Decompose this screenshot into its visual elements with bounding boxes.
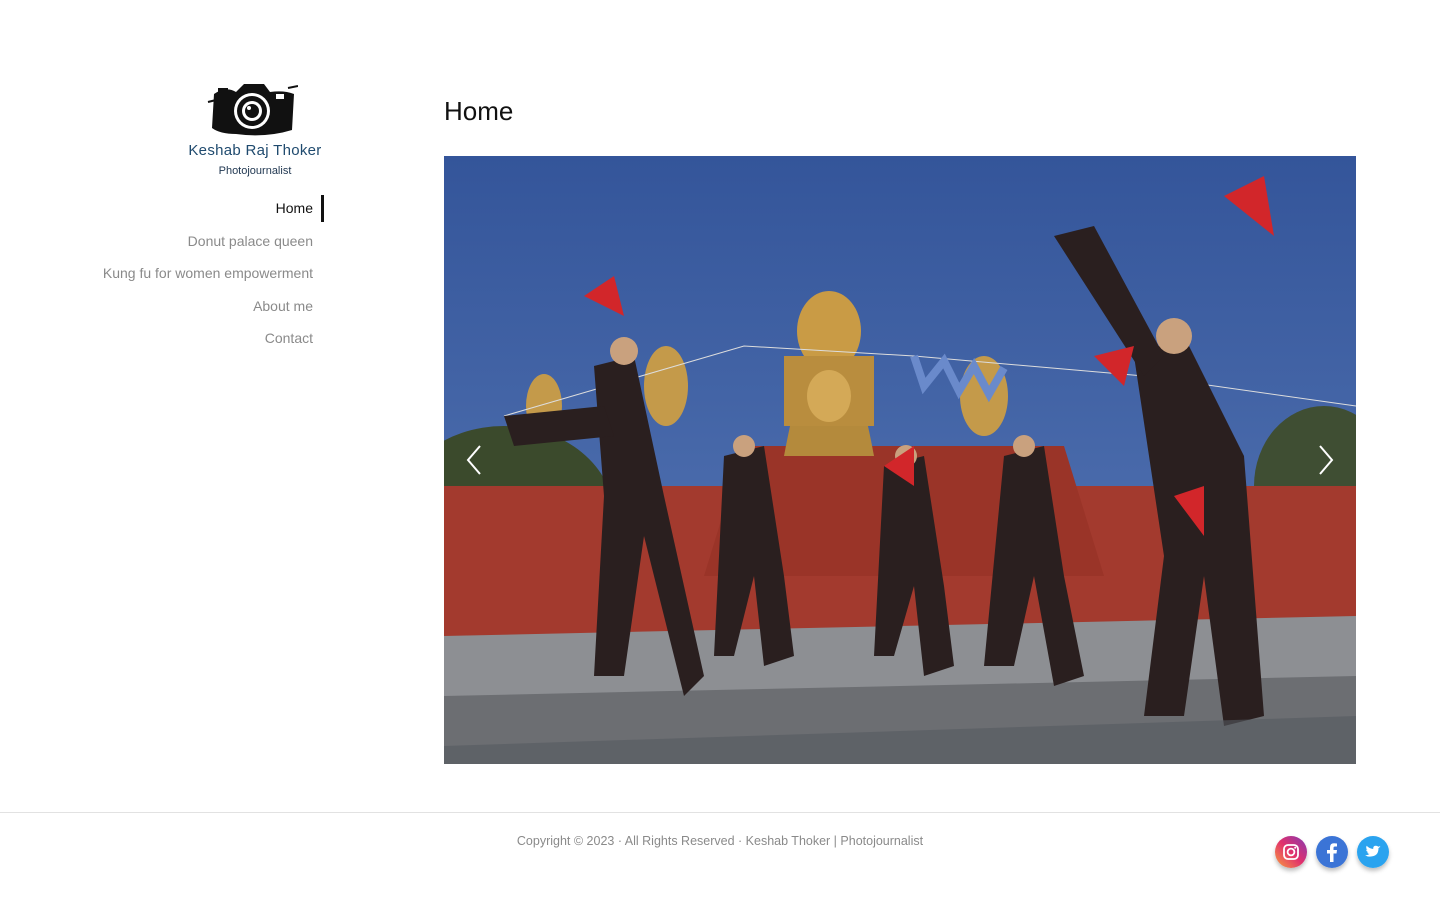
nav-link-donut-palace-queen[interactable]: Donut palace queen [188,228,313,254]
nav-item-donut-palace-queen[interactable]: Donut palace queen [103,228,313,261]
instagram-button[interactable] [1275,836,1307,868]
image-slider[interactable] [444,156,1356,764]
nav-active-indicator [321,195,324,222]
facebook-icon [1316,836,1348,868]
nav-item-kung-fu[interactable]: Kung fu for women empowerment [103,260,313,293]
nav-link-contact[interactable]: Contact [265,325,313,351]
nav-item-contact[interactable]: Contact [103,325,313,358]
nav-link-home[interactable]: Home [276,195,313,221]
sidebar: Keshab Raj Thoker Photojournalist Home D… [0,0,330,812]
footer-copyright: Copyright © 2023 · All Rights Reserved ·… [516,834,924,848]
logo-name: Keshab Raj Thoker [188,142,322,159]
chevron-left-icon[interactable] [460,440,490,480]
nav-item-about-me[interactable]: About me [103,293,313,326]
slider-photo [444,156,1356,764]
main-nav: Home Donut palace queen Kung fu for wome… [103,195,313,358]
nav-item-home[interactable]: Home [103,195,313,228]
page-title: Home [444,96,514,126]
instagram-icon [1275,836,1307,868]
nav-link-about-me[interactable]: About me [253,293,313,319]
camera-logo-icon [207,84,298,136]
chevron-right-icon[interactable] [1310,440,1340,480]
logo-subtitle: Photojournalist [218,165,292,177]
facebook-button[interactable] [1316,836,1348,868]
footer-divider [0,812,1440,813]
twitter-button[interactable] [1357,836,1389,868]
slider-prev-button[interactable] [904,596,934,636]
nav-link-kung-fu[interactable]: Kung fu for women empowerment [103,260,313,286]
twitter-icon [1357,836,1389,868]
site-logo[interactable]: Keshab Raj Thoker Photojournalist [184,80,326,180]
